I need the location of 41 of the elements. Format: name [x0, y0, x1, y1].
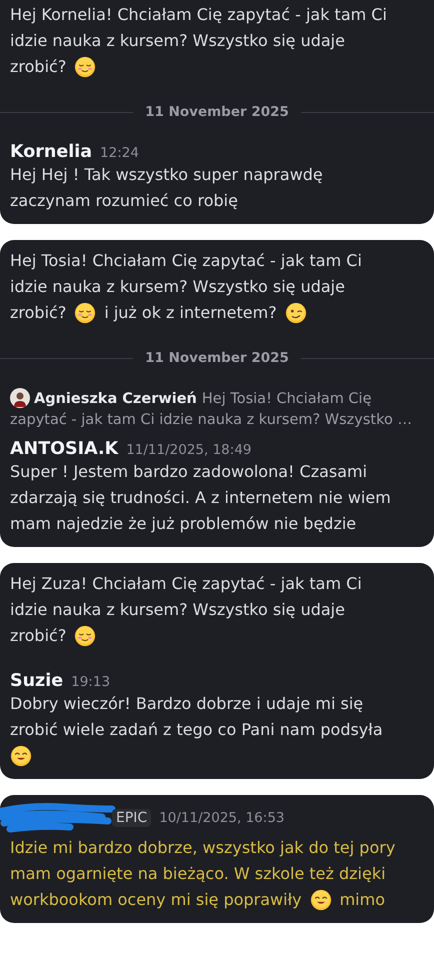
author-name[interactable]: Suzie — [10, 671, 64, 691]
blushing-smiley-icon — [74, 625, 96, 647]
message-text: Hej Zuza! Chciałam Cię zapytać - jak tam Ci — [10, 573, 362, 595]
timestamp: 12:24 — [100, 145, 139, 161]
message-text: zaczynam rozumieć co robię — [10, 190, 238, 212]
message-text: idzie nauka z kursem? Wszystko się udaje — [10, 276, 345, 298]
timestamp: 19:13 — [71, 674, 110, 690]
message-text: mimo — [340, 889, 385, 911]
message-text: i już ok z internetem? — [104, 302, 277, 324]
avatar-icon[interactable] — [10, 388, 30, 408]
smiley-icon — [310, 889, 332, 911]
message-text: Idzie mi bardzo dobrze, wszystko jak do tej pory — [10, 837, 396, 859]
message-text: zrobić wiele zadań z tego co Pani nam podsyła — [10, 719, 383, 741]
smiley-icon — [10, 745, 32, 767]
message-text: Hej Kornelia! Chciałam Cię zapytać - jak tam Ci — [10, 4, 387, 26]
message-text: Super ! Jestem bardzo zadowolona! Czasami — [10, 461, 368, 483]
message-text: mam najedzie że już problemów nie będzie — [10, 513, 356, 535]
message-text: zrobić? — [10, 56, 66, 78]
message-text: workbookom oceny mi się poprawiły — [10, 889, 302, 911]
author-name[interactable]: ANTOSIA.K — [10, 439, 118, 459]
role-tag: EPIC — [112, 809, 152, 827]
date-divider-label: 11 November 2025 — [145, 350, 289, 366]
blushing-smiley-icon — [74, 302, 96, 324]
timestamp: 11/11/2025, 18:49 — [126, 442, 252, 458]
blushing-smiley-icon — [74, 56, 96, 78]
message-text: mam ogarnięte na bieżąco. W szkole też dzięki — [10, 863, 386, 885]
message-text: idzie nauka z kursem? Wszystko się udaje — [10, 30, 345, 52]
reply-preview[interactable]: zapytać - jak tam Ci idzie nauka z kursem? Wszystko … — [10, 412, 412, 428]
author-name[interactable]: Kornelia — [10, 142, 92, 162]
message-text: Hej Hej ! Tak wszystko super naprawdę — [10, 164, 323, 186]
message-text: idzie nauka z kursem? Wszystko się udaje — [10, 599, 345, 621]
reply-author-name[interactable]: Agnieszka Czerwień — [34, 391, 197, 407]
message-text: zrobić? — [10, 302, 66, 324]
message-text: zrobić? — [10, 625, 66, 647]
message-text: zdarzają się trudności. A z internetem nie wiem — [10, 487, 391, 509]
reply-preview[interactable]: Hej Tosia! Chciałam Cię — [202, 391, 372, 407]
timestamp: 10/11/2025, 16:53 — [159, 810, 284, 826]
winking-smiley-icon — [284, 302, 307, 324]
message-text: Hej Tosia! Chciałam Cię zapytać - jak tam Ci — [10, 250, 362, 272]
message-text: Dobry wieczór! Bardzo dobrze i udaje mi się — [10, 693, 364, 715]
date-divider-label: 11 November 2025 — [145, 104, 289, 120]
